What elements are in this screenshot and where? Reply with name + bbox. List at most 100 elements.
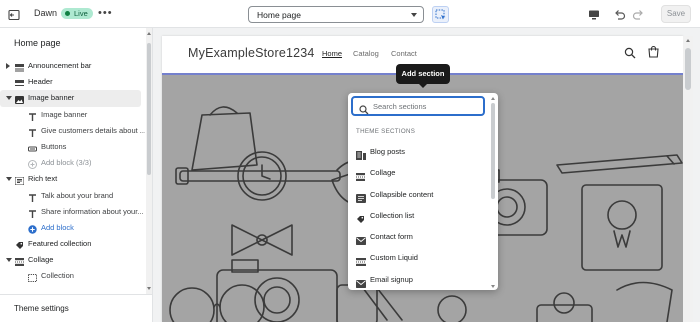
section-option[interactable]: Blog posts [348, 141, 490, 162]
desktop-icon[interactable] [588, 8, 600, 26]
caret-down-icon[interactable] [6, 177, 12, 182]
sidebar-title: Home page [14, 38, 61, 48]
sidebar-section-item[interactable]: Collage [0, 252, 145, 268]
scrollbar-thumb[interactable] [147, 43, 151, 175]
image-icon [15, 94, 24, 105]
rich-text-icon [14, 175, 25, 186]
add-disabled-icon [28, 159, 37, 170]
caret-down-icon[interactable] [6, 96, 12, 101]
theme-settings-tab[interactable]: Theme settings [0, 294, 152, 322]
scrollbar-thumb[interactable] [491, 103, 495, 199]
sidebar-section-item[interactable]: Header [0, 74, 145, 90]
popover-scrollbar[interactable] [490, 97, 496, 288]
scroll-up-icon[interactable] [491, 97, 495, 100]
sidebar-item-label: Buttons [41, 141, 67, 151]
caret-right-icon[interactable] [6, 63, 10, 69]
sidebar-item-label: Image banner [28, 93, 75, 103]
more-icon[interactable]: ••• [98, 7, 113, 19]
section-option[interactable]: Collapsible content [348, 184, 490, 205]
announcement-icon [15, 62, 24, 72]
section-option[interactable]: Collection list [348, 205, 490, 226]
sidebar-block-item[interactable]: Talk about your brand [0, 188, 145, 204]
store-logo[interactable]: MyExampleStore1234 [188, 46, 315, 60]
add-icon [28, 224, 37, 234]
sections-sidebar: Home page Announcement bar Header Image ba… [0, 28, 153, 322]
sidebar-item-label: Collage [28, 255, 54, 265]
header-icon [15, 78, 24, 87]
section-option[interactable]: Collage [348, 162, 490, 183]
sidebar-block-item[interactable]: Image banner [0, 107, 145, 123]
preview-scrollbar[interactable] [683, 36, 693, 322]
section-option-label: Collage [370, 168, 396, 178]
sidebar-item-label: Add block (3/3) [41, 158, 92, 168]
section-option-label: Email signup [370, 274, 413, 284]
sidebar-block-item[interactable]: Add block (3/3) [0, 155, 145, 171]
section-option-label: Custom Liquid [370, 253, 418, 263]
sidebar-block-item[interactable]: Add block [0, 220, 145, 236]
sidebar-section-item[interactable]: Announcement bar [0, 58, 145, 74]
chevron-down-icon [411, 13, 417, 17]
nav-link-catalog[interactable]: Catalog [353, 49, 379, 58]
caret-down-icon[interactable] [6, 258, 12, 263]
section-option[interactable]: Contact form [348, 226, 490, 247]
buttons-icon [28, 143, 37, 152]
sidebar-item-label: Give customers details about ... [41, 125, 145, 135]
sidebar-block-item[interactable]: Collection [0, 268, 145, 284]
search-icon[interactable] [624, 46, 636, 64]
scrollbar-thumb[interactable] [685, 48, 691, 90]
sidebar-item-label: Rich text [28, 174, 58, 184]
section-option[interactable]: Email signup [348, 269, 490, 290]
sidebar-item-label: Header [28, 77, 53, 87]
custom-liquid-icon [356, 253, 366, 267]
sidebar-scrollbar[interactable] [146, 28, 152, 294]
editor-topbar: Dawn Live ••• Home page Save [0, 0, 700, 28]
add-section-tooltip: Add section [396, 64, 450, 88]
section-option-label: Blog posts [370, 147, 406, 156]
add-section-popover: THEME SECTIONS Blog posts Collage Collapsi… [348, 93, 498, 290]
sidebar-block-item[interactable]: Buttons [0, 139, 145, 155]
sidebar-item-label: Featured collection [28, 239, 92, 249]
collection-tag-icon [15, 240, 24, 250]
section-option-label: Collapsible content [370, 189, 434, 199]
sidebar-section-item[interactable]: Rich text [0, 171, 145, 187]
mail-icon [356, 232, 366, 246]
blog-icon [356, 147, 366, 160]
section-search-box[interactable] [351, 96, 485, 116]
exit-icon[interactable] [8, 8, 20, 21]
sidebar-block-item[interactable]: Give customers details about ... [0, 123, 145, 139]
sidebar-item-label: Talk about your brand [41, 190, 114, 200]
search-icon [359, 102, 369, 120]
inspector-icon[interactable] [432, 6, 449, 23]
collage-item-icon [28, 272, 37, 283]
sidebar-block-item[interactable]: Share information about your... [0, 204, 145, 220]
undo-icon[interactable] [614, 8, 626, 26]
sidebar-section-item[interactable]: Featured collection [0, 236, 145, 252]
section-option-label: Contact form [370, 232, 413, 242]
section-option[interactable]: Custom Liquid [348, 247, 490, 268]
scroll-up-icon[interactable] [686, 39, 690, 42]
sidebar-item-label: Add block [41, 222, 74, 232]
sidebar-section-item[interactable]: Image banner [0, 90, 141, 107]
text-icon [28, 111, 37, 121]
mail-icon [356, 275, 366, 288]
collection-tag-icon [356, 211, 366, 223]
section-search-input[interactable] [373, 100, 481, 113]
save-button[interactable]: Save [661, 5, 691, 23]
collage-icon [15, 256, 24, 267]
sidebar-item-label: Share information about your... [41, 206, 144, 216]
theme-settings-label: Theme settings [14, 304, 69, 313]
page-selector-value: Home page [257, 10, 301, 20]
scroll-down-icon[interactable] [491, 285, 495, 288]
nav-link-contact[interactable]: Contact [391, 49, 417, 58]
theme-sections-list: Blog posts Collage Collapsible content Coll… [348, 141, 490, 290]
page-selector[interactable]: Home page [248, 6, 424, 23]
scroll-down-icon[interactable] [147, 287, 151, 290]
nav-link-home[interactable]: Home [322, 49, 342, 58]
scroll-up-icon[interactable] [147, 32, 151, 35]
redo-icon[interactable] [632, 8, 644, 26]
sidebar-item-label: Image banner [41, 109, 88, 119]
live-status-badge: Live [61, 8, 93, 19]
text-icon [28, 127, 37, 137]
collage-icon [356, 168, 366, 182]
cart-icon[interactable] [647, 45, 660, 63]
